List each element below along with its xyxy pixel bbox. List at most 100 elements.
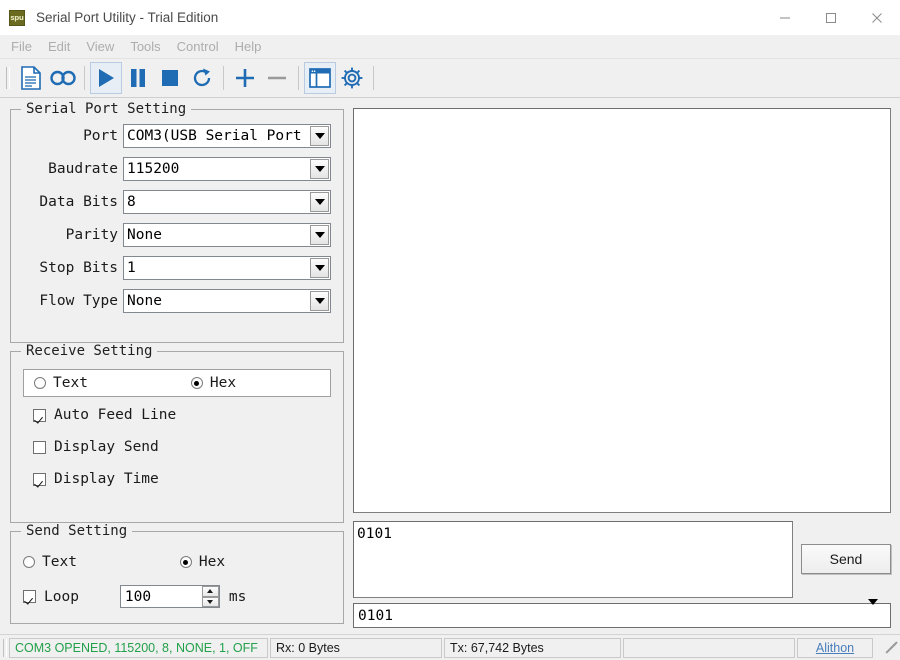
loop-label: Loop bbox=[44, 589, 79, 605]
baudrate-value: 115200 bbox=[124, 161, 310, 177]
receive-format-hex-radio[interactable]: Hex bbox=[191, 375, 236, 391]
menu-item-file[interactable]: File bbox=[3, 37, 40, 56]
receive-format-text-radio[interactable]: Text bbox=[34, 375, 88, 391]
chevron-down-icon[interactable] bbox=[310, 159, 329, 179]
status-rx-bytes: Rx: 0 Bytes bbox=[270, 638, 442, 658]
send-history-value: 0101 bbox=[354, 608, 868, 624]
window-title: Serial Port Utility - Trial Edition bbox=[36, 10, 218, 25]
chevron-down-icon[interactable] bbox=[310, 258, 329, 278]
send-button[interactable]: Send bbox=[801, 544, 891, 574]
menu-item-control[interactable]: Control bbox=[169, 37, 227, 56]
toolbar-separator bbox=[84, 66, 85, 90]
radio-unselected-icon bbox=[23, 556, 35, 568]
receive-display-text bbox=[354, 109, 890, 115]
send-button-label: Send bbox=[830, 551, 863, 567]
baudrate-select[interactable]: 115200 bbox=[123, 157, 331, 181]
checkbox-unchecked-icon bbox=[33, 441, 46, 454]
loop-interval-stepper[interactable]: 100 bbox=[120, 585, 220, 608]
field-parity: Parity None bbox=[11, 222, 345, 247]
toolbar-grip[interactable] bbox=[6, 67, 10, 89]
status-bar: COM3 OPENED, 115200, 8, NONE, 1, OFF Rx:… bbox=[0, 634, 900, 660]
send-format-hex-label: Hex bbox=[199, 554, 225, 570]
port-select[interactable]: COM3(USB Serial Port bbox=[123, 124, 331, 148]
display-send-label: Display Send bbox=[54, 439, 159, 455]
status-empty-panel bbox=[623, 638, 795, 658]
data-bits-select[interactable]: 8 bbox=[123, 190, 331, 214]
parity-select[interactable]: None bbox=[123, 223, 331, 247]
menu-item-tools[interactable]: Tools bbox=[122, 37, 168, 56]
status-tx-bytes: Tx: 67,742 Bytes bbox=[444, 638, 621, 658]
gear-icon[interactable] bbox=[336, 62, 368, 94]
field-baudrate: Baudrate 115200 bbox=[11, 156, 345, 181]
minus-icon[interactable] bbox=[261, 62, 293, 94]
close-icon[interactable] bbox=[854, 0, 900, 35]
record-tape-icon[interactable] bbox=[47, 62, 79, 94]
minimize-icon[interactable] bbox=[762, 0, 808, 35]
menu-item-help[interactable]: Help bbox=[227, 37, 270, 56]
send-input-value: 0101 bbox=[354, 522, 792, 546]
menu-item-view[interactable]: View bbox=[78, 37, 122, 56]
window-layout-icon[interactable] bbox=[304, 62, 336, 94]
stop-bits-select[interactable]: 1 bbox=[123, 256, 331, 280]
stop-icon[interactable] bbox=[154, 62, 186, 94]
checkbox-checked-icon bbox=[33, 409, 46, 422]
field-data-bits: Data Bits 8 bbox=[11, 189, 345, 214]
send-format-hex-radio[interactable]: Hex bbox=[180, 554, 225, 570]
loop-unit-label: ms bbox=[229, 589, 246, 605]
menu-item-edit[interactable]: Edit bbox=[40, 37, 78, 56]
auto-feed-line-label: Auto Feed Line bbox=[54, 407, 176, 423]
checkbox-display-time[interactable]: Display Time bbox=[33, 471, 159, 487]
window-resize-grip[interactable] bbox=[884, 641, 898, 655]
receive-setting-group: Receive Setting Text Hex Auto Feed Line … bbox=[10, 351, 344, 523]
toolbar-separator bbox=[373, 66, 374, 90]
radio-selected-icon bbox=[180, 556, 192, 568]
chevron-down-icon[interactable] bbox=[310, 126, 329, 146]
parity-label: Parity bbox=[11, 227, 123, 243]
receive-display-area[interactable] bbox=[353, 108, 891, 513]
refresh-icon[interactable] bbox=[186, 62, 218, 94]
stepper-up-icon[interactable] bbox=[202, 586, 219, 597]
flow-type-label: Flow Type bbox=[11, 293, 123, 309]
field-flow-type: Flow Type None bbox=[11, 288, 345, 313]
serial-port-setting-group: Serial Port Setting Port COM3(USB Serial… bbox=[10, 109, 344, 343]
send-setting-group: Send Setting Text Hex Loop 100 bbox=[10, 531, 344, 624]
toolbar bbox=[0, 59, 900, 98]
checkbox-display-send[interactable]: Display Send bbox=[33, 439, 159, 455]
stepper-down-icon[interactable] bbox=[202, 597, 219, 608]
checkbox-auto-feed-line[interactable]: Auto Feed Line bbox=[33, 407, 176, 423]
receive-setting-title: Receive Setting bbox=[21, 343, 157, 359]
receive-format-radio-group: Text Hex bbox=[23, 369, 331, 397]
display-time-label: Display Time bbox=[54, 471, 159, 487]
flow-type-select[interactable]: None bbox=[123, 289, 331, 313]
new-document-icon[interactable] bbox=[15, 62, 47, 94]
chevron-down-icon[interactable] bbox=[310, 291, 329, 311]
chevron-down-icon[interactable] bbox=[310, 225, 329, 245]
window-controls bbox=[762, 0, 900, 35]
brand-link-label: Alithon bbox=[816, 641, 854, 655]
serial-port-setting-title: Serial Port Setting bbox=[21, 101, 191, 117]
toolbar-separator bbox=[223, 66, 224, 90]
checkbox-checked-icon[interactable] bbox=[23, 590, 36, 603]
loop-row: Loop 100 ms bbox=[23, 585, 246, 608]
pause-icon[interactable] bbox=[122, 62, 154, 94]
field-port: Port COM3(USB Serial Port bbox=[11, 123, 345, 148]
main-content: Serial Port Setting Port COM3(USB Serial… bbox=[0, 98, 900, 634]
send-format-text-radio[interactable]: Text bbox=[23, 554, 77, 570]
title-bar: spu Serial Port Utility - Trial Edition bbox=[0, 0, 900, 35]
stop-bits-value: 1 bbox=[124, 260, 310, 276]
status-brand-link[interactable]: Alithon bbox=[797, 638, 873, 658]
menu-bar: File Edit View Tools Control Help bbox=[0, 35, 900, 59]
toolbar-separator bbox=[298, 66, 299, 90]
port-value: COM3(USB Serial Port bbox=[124, 128, 310, 144]
chevron-down-icon[interactable] bbox=[868, 605, 889, 626]
parity-value: None bbox=[124, 227, 310, 243]
chevron-down-icon[interactable] bbox=[310, 192, 329, 212]
field-stop-bits: Stop Bits 1 bbox=[11, 255, 345, 280]
maximize-icon[interactable] bbox=[808, 0, 854, 35]
send-input-area[interactable]: 0101 bbox=[353, 521, 793, 598]
send-history-select[interactable]: 0101 bbox=[353, 603, 891, 628]
app-icon: spu bbox=[9, 10, 25, 26]
plus-icon[interactable] bbox=[229, 62, 261, 94]
play-icon[interactable] bbox=[90, 62, 122, 94]
receive-format-text-label: Text bbox=[53, 375, 88, 391]
